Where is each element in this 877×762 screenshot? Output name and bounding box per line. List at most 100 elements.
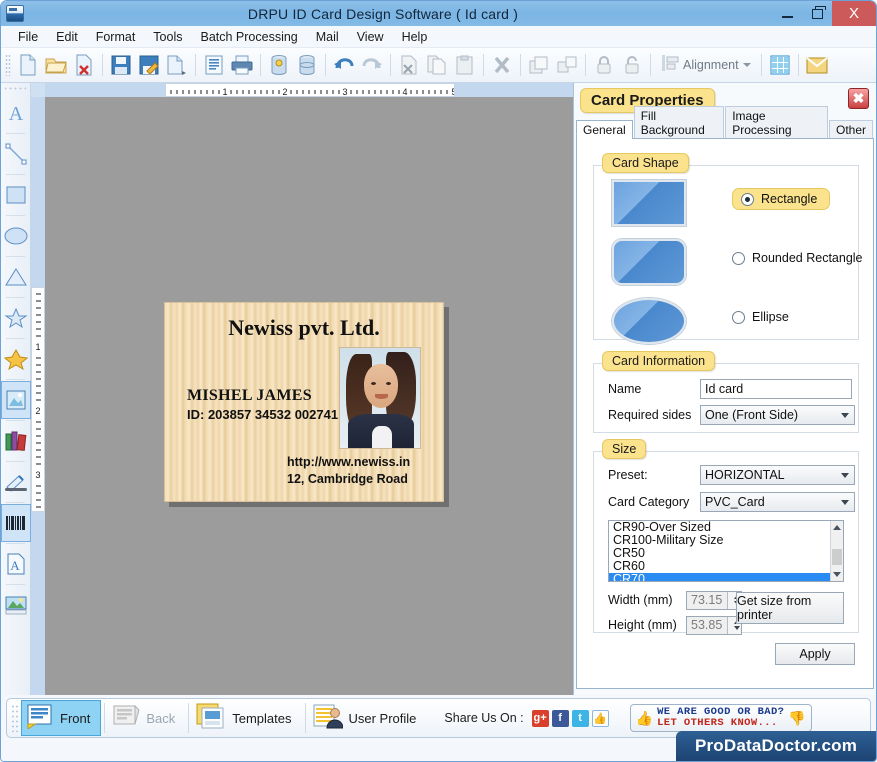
radio-rectangle[interactable]: Rectangle (732, 188, 831, 210)
menu-mail[interactable]: Mail (307, 28, 348, 46)
required-sides-value: One (Front Side) (705, 408, 799, 422)
rectangle-tool[interactable] (1, 176, 31, 214)
close-button[interactable]: X (832, 1, 876, 26)
background-image-tool[interactable] (1, 586, 31, 624)
shape-option-rectangle[interactable]: Rectangle (612, 180, 873, 232)
card-holder-name[interactable]: MISHEL JAMES (187, 387, 312, 405)
back-side-button[interactable]: Back (108, 700, 185, 736)
shapes-tool[interactable] (1, 340, 31, 378)
tab-general[interactable]: General (576, 120, 633, 139)
card-size-listbox[interactable]: CR90-Over Sized CR100-Military Size CR50… (608, 520, 844, 582)
menu-edit[interactable]: Edit (47, 28, 87, 46)
database-icon[interactable] (293, 51, 321, 79)
menu-view[interactable]: View (348, 28, 393, 46)
lock-icon[interactable] (590, 51, 618, 79)
new-document-icon[interactable] (14, 51, 42, 79)
copy-icon[interactable] (423, 51, 451, 79)
shape-option-ellipse[interactable]: Ellipse (612, 298, 873, 350)
radio-ellipse[interactable]: Ellipse (732, 310, 789, 324)
rectangle-swatch-icon[interactable] (612, 180, 686, 226)
twitter-icon[interactable]: t (571, 709, 589, 727)
user-profile-button[interactable]: User Profile (309, 700, 427, 736)
properties-icon[interactable] (200, 51, 228, 79)
name-input[interactable]: Id card (700, 379, 852, 399)
get-size-from-printer-button[interactable]: Get size from printer (736, 592, 844, 624)
tab-other[interactable]: Other (828, 120, 873, 139)
cut-icon[interactable] (395, 51, 423, 79)
library-tool[interactable] (1, 422, 31, 460)
paste-icon[interactable] (451, 51, 479, 79)
signature-tool[interactable] (1, 463, 31, 501)
listbox-scrollbar[interactable] (830, 521, 843, 581)
name-row: Name Id card (608, 378, 852, 400)
watermark-text-tool[interactable]: A (1, 545, 31, 583)
menu-file[interactable]: File (9, 28, 47, 46)
ellipse-swatch-icon[interactable] (612, 298, 686, 344)
export-icon[interactable] (163, 51, 191, 79)
rounded-rectangle-swatch-icon[interactable] (612, 239, 686, 285)
ungroup-icon[interactable] (553, 51, 581, 79)
design-canvas[interactable]: Newiss pvt. Ltd. MISHEL JAMES ID: 203857… (45, 97, 573, 695)
mail-icon[interactable] (803, 51, 831, 79)
print-icon[interactable] (228, 51, 256, 79)
radio-rectangle-icon[interactable] (741, 192, 754, 206)
card-address[interactable]: 12, Cambridge Road (287, 472, 408, 486)
menu-help[interactable]: Help (393, 28, 437, 46)
apply-button[interactable]: Apply (775, 643, 855, 665)
toolbar-grip[interactable] (5, 54, 11, 76)
like-icon[interactable]: 👍 (591, 709, 609, 727)
alignment-button[interactable]: Alignment (655, 52, 757, 78)
text-tool[interactable]: A (1, 94, 31, 132)
save-icon[interactable] (107, 51, 135, 79)
undo-icon[interactable] (330, 51, 358, 79)
redo-icon[interactable] (358, 51, 386, 79)
minimize-button[interactable] (772, 1, 802, 26)
radio-rounded-rectangle-icon[interactable] (732, 251, 745, 265)
google-plus-icon[interactable]: g+ (531, 709, 549, 727)
star-tool[interactable] (1, 299, 31, 337)
database-add-icon[interactable] (265, 51, 293, 79)
radio-ellipse-icon[interactable] (732, 310, 745, 324)
ellipse-tool[interactable] (1, 217, 31, 255)
palette-grip[interactable] (5, 85, 26, 92)
radio-rounded-rectangle[interactable]: Rounded Rectangle (732, 251, 863, 265)
card-id-number[interactable]: ID: 203857 34532 002741 (187, 407, 338, 422)
scrollbar-thumb[interactable] (832, 549, 842, 565)
menu-tools[interactable]: Tools (144, 28, 191, 46)
facebook-icon[interactable]: f (551, 709, 569, 727)
picture-tool[interactable] (1, 381, 31, 419)
id-card-preview[interactable]: Newiss pvt. Ltd. MISHEL JAMES ID: 203857… (164, 302, 444, 502)
front-side-button[interactable]: Front (21, 700, 102, 736)
required-sides-select[interactable]: One (Front Side) (700, 405, 855, 425)
card-website[interactable]: http://www.newiss.in (287, 455, 410, 469)
card-photo[interactable] (339, 347, 421, 449)
tab-fill-background[interactable]: Fill Background (633, 106, 725, 139)
menu-batch-processing[interactable]: Batch Processing (191, 28, 306, 46)
triangle-tool[interactable] (1, 258, 31, 296)
height-stepper[interactable]: 53.85 (686, 615, 742, 635)
bottom-toolbar-grip[interactable] (11, 704, 18, 732)
save-edit-icon[interactable] (135, 51, 163, 79)
unlock-icon[interactable] (618, 51, 646, 79)
list-item-selected[interactable]: CR70 (609, 573, 843, 581)
delete-icon[interactable] (488, 51, 516, 79)
menu-format[interactable]: Format (87, 28, 145, 46)
preset-select[interactable]: HORIZONTAL (700, 465, 855, 485)
group-icon[interactable] (525, 51, 553, 79)
tab-image-processing[interactable]: Image Processing (725, 106, 828, 139)
grid-icon[interactable] (766, 51, 794, 79)
barcode-tool[interactable] (1, 504, 31, 542)
card-category-select[interactable]: PVC_Card (700, 492, 855, 512)
panel-close-icon[interactable]: ✖ (848, 88, 869, 109)
open-folder-icon[interactable] (42, 51, 70, 79)
width-stepper[interactable]: 73.15 (686, 590, 742, 610)
feedback-banner[interactable]: 👍 WE ARE GOOD OR BAD? LET OTHERS KNOW...… (629, 704, 812, 732)
card-company-name[interactable]: Newiss pvt. Ltd. (165, 315, 443, 341)
delete-document-icon[interactable] (70, 51, 98, 79)
line-tool[interactable] (1, 135, 31, 173)
scroll-up-icon[interactable] (831, 521, 843, 534)
maximize-button[interactable] (802, 1, 832, 26)
scroll-down-icon[interactable] (831, 568, 843, 581)
shape-option-rounded-rectangle[interactable]: Rounded Rectangle (612, 239, 873, 291)
templates-button[interactable]: Templates (192, 700, 301, 736)
